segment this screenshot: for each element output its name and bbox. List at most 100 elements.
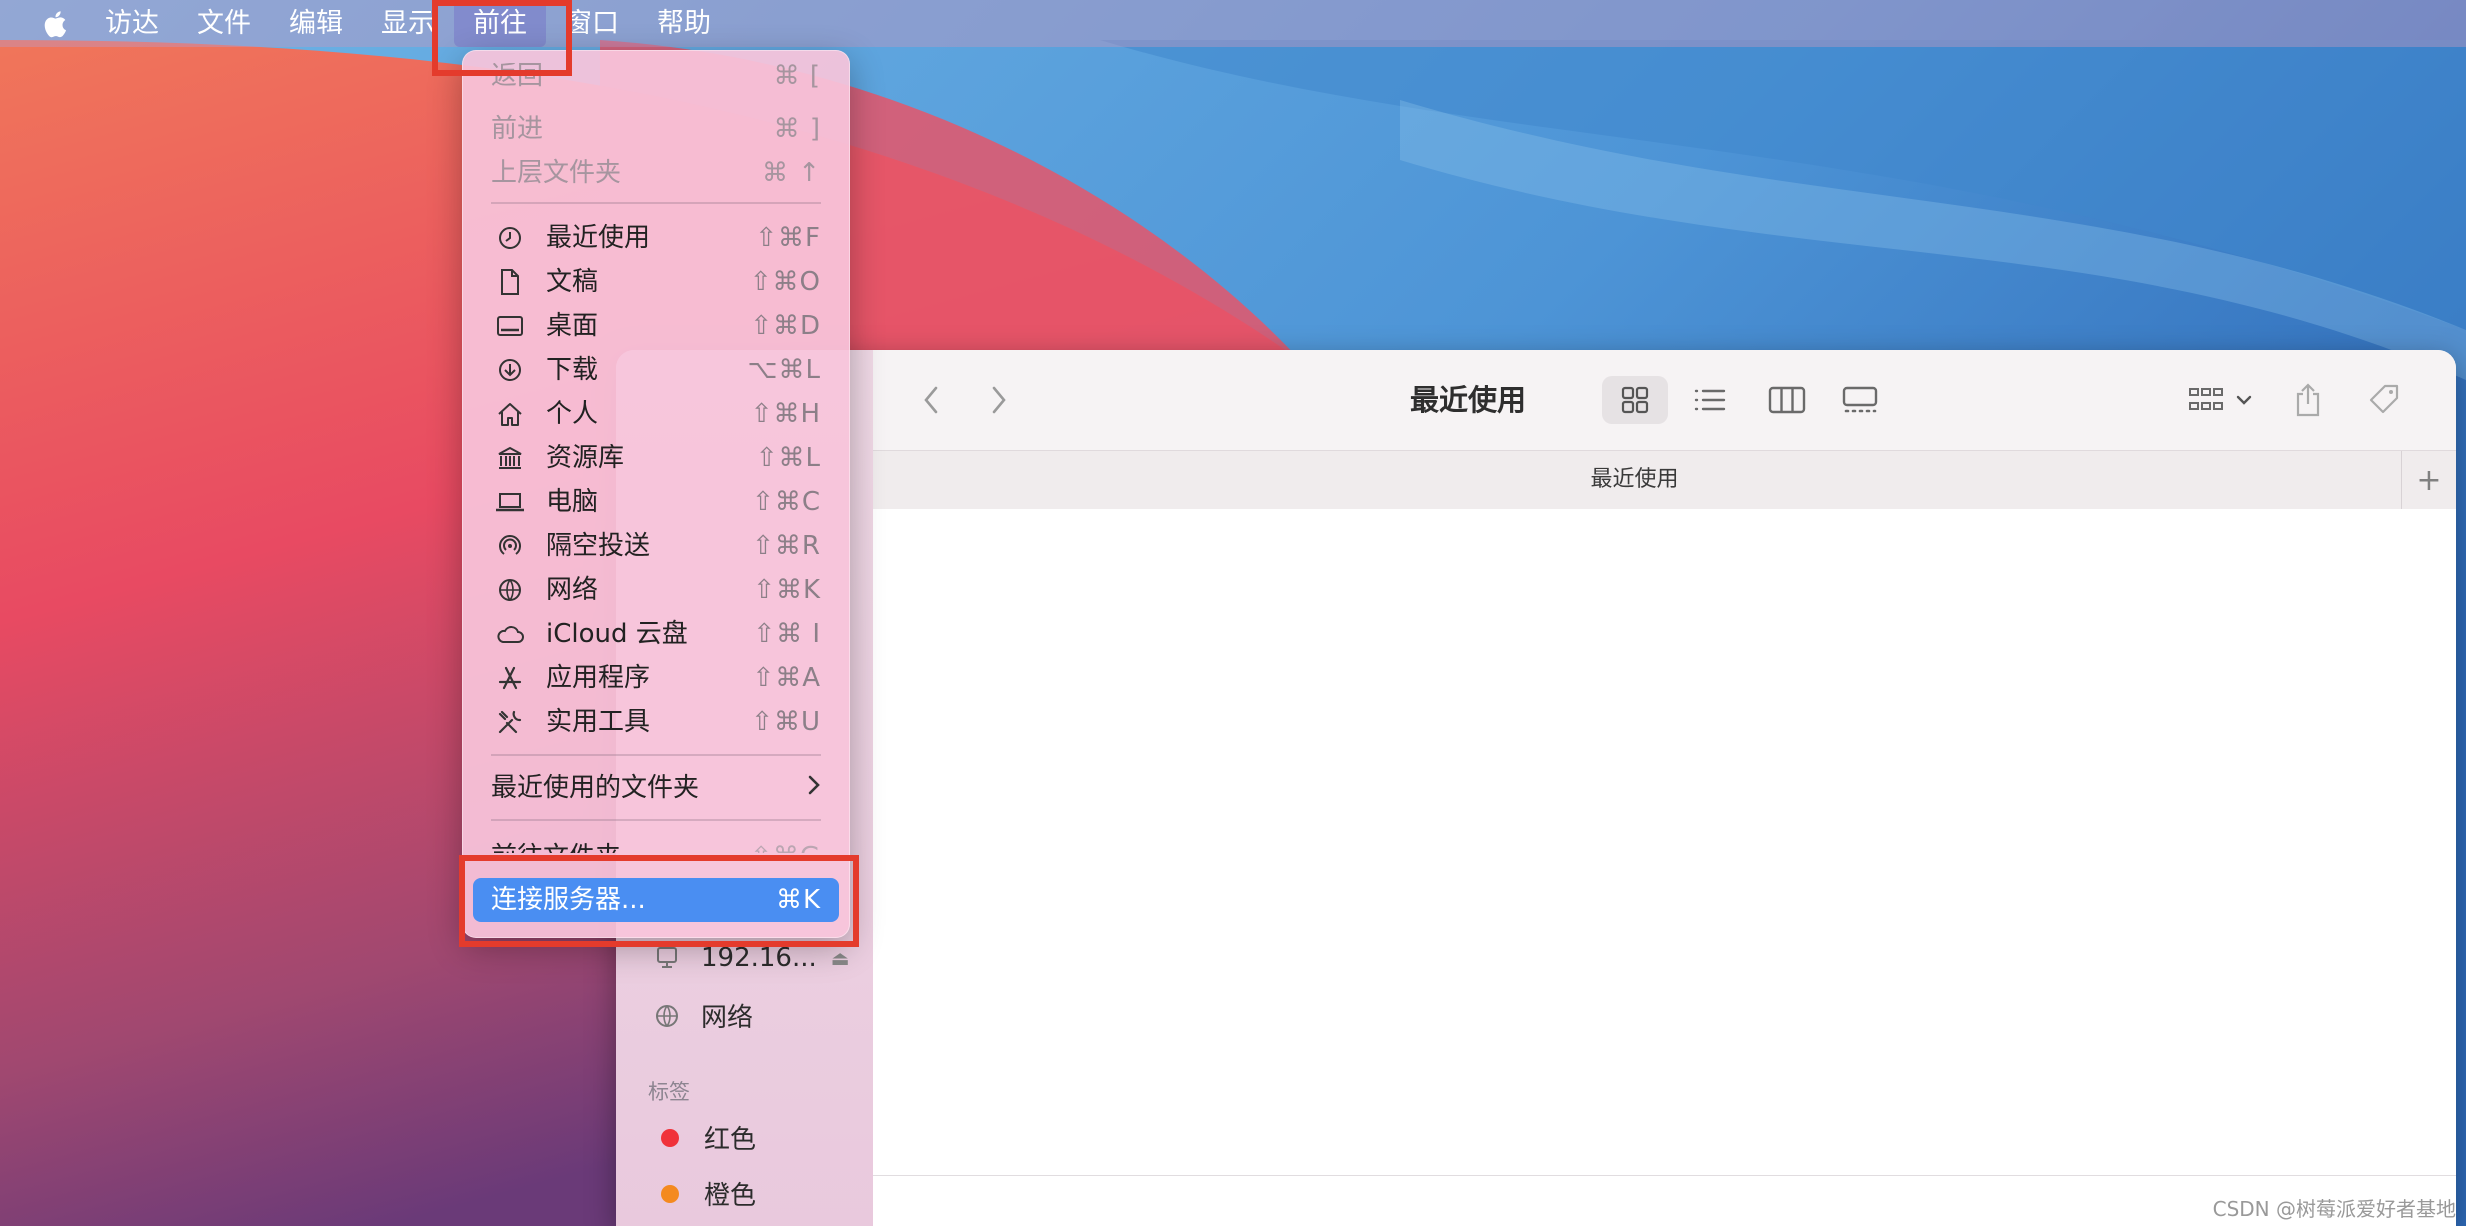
menu-shortcut: ⇧⌘A (752, 663, 821, 693)
sidebar-item-label: 橙色 (704, 1181, 757, 1211)
group-by-icon[interactable] (2183, 376, 2263, 424)
gallery-view-icon[interactable] (1832, 376, 1888, 424)
menu-item-label: 桌面 (546, 311, 599, 341)
icon-view-icon[interactable] (1602, 376, 1668, 424)
menu-view[interactable]: 显示 (362, 0, 454, 47)
menu-separator (491, 819, 821, 821)
globe-icon (651, 1000, 683, 1032)
orange-tag-icon (661, 1184, 679, 1203)
sidebar-tag-orange[interactable]: 橙色 (651, 1175, 756, 1212)
menu-help[interactable]: 帮助 (638, 0, 730, 47)
menu-item-recent-folders[interactable]: 最近使用的文件夹 (463, 766, 849, 810)
menu-item-label: iCloud 云盘 (546, 619, 688, 649)
menu-item-library[interactable]: 资源库 ⇧⌘L (463, 436, 849, 480)
menu-item-network[interactable]: 网络 ⇧⌘K (463, 568, 849, 612)
menu-item-applications[interactable]: 应用程序 ⇧⌘A (463, 656, 849, 700)
tag-icon[interactable] (2360, 376, 2410, 424)
menu-shortcut: ⌘ ↑ (761, 158, 821, 188)
menu-item-label: 应用程序 (546, 663, 651, 693)
sidebar-item-server[interactable]: 192.16... ⏏ (651, 942, 850, 974)
menu-separator (491, 202, 821, 204)
sidebar-item-network[interactable]: 网络 (651, 997, 753, 1034)
menu-window[interactable]: 窗口 (546, 0, 638, 47)
sidebar-item-label: 红色 (704, 1125, 757, 1155)
menu-shortcut: ⇧⌘F (755, 223, 821, 253)
tab-recents[interactable]: 最近使用 (873, 451, 2396, 509)
menu-item-enclosing-folder[interactable]: 上层文件夹 ⌘ ↑ (463, 151, 849, 195)
menu-item-connect-server[interactable]: 连接服务器... ⌘K (473, 878, 839, 922)
menu-item-utilities[interactable]: 实用工具 ⇧⌘U (463, 700, 849, 744)
server-icon (651, 942, 683, 974)
menu-shortcut: ⇧⌘G (750, 835, 821, 853)
menu-item-forward[interactable]: 前进 ⌘ ] (463, 107, 849, 151)
menu-item-label: 网络 (546, 575, 599, 605)
apple-logo-icon[interactable] (28, 0, 86, 47)
menu-item-label: 资源库 (546, 443, 625, 473)
menu-item-label: 前往文件夹 (491, 835, 621, 853)
go-menu-dropdown: 返回 ⌘ [ 前进 ⌘ ] 上层文件夹 ⌘ ↑ 最近使用 ⇧⌘F 文稿 ⇧⌘O … (462, 50, 850, 938)
tools-icon (495, 707, 525, 737)
menu-shortcut: ⇧⌘O (749, 267, 821, 297)
laptop-icon (495, 487, 525, 517)
menu-item-airdrop[interactable]: 隔空投送 ⇧⌘R (463, 524, 849, 568)
sidebar-tag-red[interactable]: 红色 (651, 1119, 756, 1156)
menu-item-icloud[interactable]: iCloud 云盘 ⇧⌘ I (463, 612, 849, 656)
menu-item-label: 下载 (546, 355, 599, 385)
menu-item-computer[interactable]: 电脑 ⇧⌘C (463, 480, 849, 524)
menu-item-label: 个人 (546, 399, 599, 429)
sidebar-item-label: 网络 (701, 1003, 754, 1033)
menu-shortcut: ⌘ ] (773, 114, 821, 144)
menu-shortcut: ⇧⌘C (752, 487, 821, 517)
sidebar-item-label: 192.16... (701, 943, 817, 973)
list-view-icon[interactable] (1682, 376, 1738, 424)
menu-shortcut: ⇧⌘D (750, 311, 821, 341)
menu-item-label: 最近使用的文件夹 (491, 773, 700, 803)
finder-window: 192.16... ⏏ 网络 标签 红色 橙色 最近使用 最近使用 + (616, 350, 2456, 1226)
forward-icon[interactable] (981, 376, 1017, 424)
menu-item-label: 连接服务器... (491, 885, 646, 915)
menu-item-back[interactable]: 返回 ⌘ [ (463, 63, 849, 89)
eject-icon[interactable]: ⏏ (831, 946, 850, 970)
more-actions-icon[interactable] (2453, 376, 2456, 424)
globe-icon (495, 575, 525, 605)
desktop-icon (495, 311, 525, 341)
watermark: CSDN @树莓派爱好者基地 (2212, 1197, 2456, 1221)
clock-icon (495, 223, 525, 253)
menu-item-label: 电脑 (546, 487, 599, 517)
red-tag-icon (661, 1128, 679, 1147)
share-icon[interactable] (2283, 376, 2333, 424)
menu-finder[interactable]: 访达 (86, 0, 178, 47)
menu-item-downloads[interactable]: 下载 ⌥⌘L (463, 348, 849, 392)
menu-item-label: 前进 (491, 114, 544, 144)
menu-item-desktop[interactable]: 桌面 ⇧⌘D (463, 304, 849, 348)
menu-shortcut: ⌥⌘L (747, 355, 821, 385)
menu-shortcut: ⌘K (775, 885, 821, 915)
menu-shortcut: ⇧⌘K (753, 575, 821, 605)
menu-item-label: 返回 (491, 63, 544, 89)
tags-header: 标签 (648, 1080, 690, 1104)
apps-icon (495, 663, 525, 693)
column-view-icon[interactable] (1759, 376, 1815, 424)
back-icon[interactable] (913, 376, 949, 424)
menu-shortcut: ⇧⌘L (755, 443, 821, 473)
menu-separator (491, 754, 821, 756)
menu-item-recents[interactable]: 最近使用 ⇧⌘F (463, 216, 849, 260)
new-tab-button[interactable]: + (2401, 451, 2456, 509)
menu-shortcut: ⌘ [ (773, 63, 821, 89)
menu-go[interactable]: 前往 (454, 0, 546, 47)
menu-edit[interactable]: 编辑 (270, 0, 362, 47)
menu-item-documents[interactable]: 文稿 ⇧⌘O (463, 260, 849, 304)
menu-file[interactable]: 文件 (178, 0, 270, 47)
menu-item-go-to-folder[interactable]: 前往文件夹 ⇧⌘G (463, 831, 849, 853)
menu-item-label: 隔空投送 (546, 531, 651, 561)
menu-item-label: 文稿 (546, 267, 599, 297)
menu-shortcut: ⇧⌘ I (753, 619, 821, 649)
menu-item-label: 实用工具 (546, 707, 651, 737)
menu-item-label: 上层文件夹 (491, 158, 622, 188)
cloud-icon (495, 619, 525, 649)
menu-item-home[interactable]: 个人 ⇧⌘H (463, 392, 849, 436)
document-icon (495, 267, 525, 297)
menu-bar: 访达 文件 编辑 显示 前往 窗口 帮助 (0, 0, 2466, 47)
file-area[interactable] (873, 509, 2456, 1176)
chevron-right-icon (807, 766, 821, 810)
